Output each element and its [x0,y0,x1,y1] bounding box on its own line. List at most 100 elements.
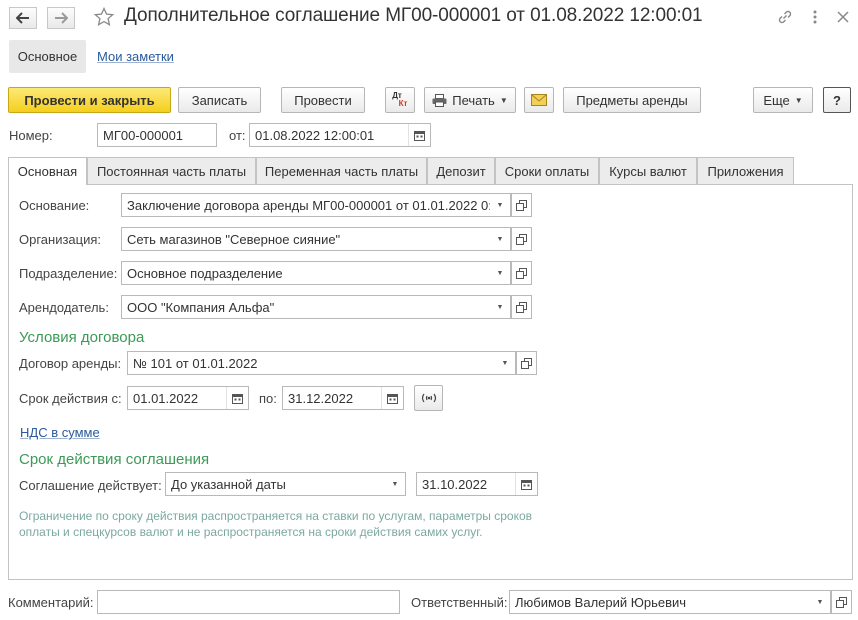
post-label: Провести [294,92,352,108]
tab-currency-rates[interactable]: Курсы валют [599,157,697,184]
open-form-icon [516,301,527,313]
basis-value: Заключение договора аренды МГ00-000001 о… [127,197,490,213]
number-label: Номер: [9,128,53,143]
write-button[interactable]: Записать [178,87,261,113]
department-field[interactable]: Основное подразделение ▼ [121,261,511,285]
period-from-value: 01.01.2022 [133,390,199,406]
open-form-icon [516,199,527,211]
back-arrow-icon [16,12,29,24]
organization-field[interactable]: Сеть магазинов "Северное сияние" ▼ [121,227,511,251]
email-button[interactable] [524,87,554,113]
tab-main[interactable]: Основная [8,157,87,185]
chevron-down-icon[interactable]: ▼ [385,473,405,495]
open-form-icon [836,596,847,608]
number-value: МГ00-000001 [103,127,184,143]
forward-button[interactable] [47,7,75,29]
agreement-valid-select[interactable]: До указанной даты ▼ [165,472,406,496]
chevron-down-icon[interactable]: ▼ [495,352,515,374]
agreement-valid-value: До указанной даты [171,476,286,492]
calendar-icon[interactable] [381,387,403,409]
tab-attachments[interactable]: Приложения [697,157,794,184]
responsible-open-button[interactable] [831,590,852,614]
date-input[interactable]: 01.08.2022 12:00:01 [249,123,431,147]
link-icon[interactable] [776,8,794,26]
envelope-icon [531,94,547,106]
department-open-button[interactable] [511,261,532,285]
section-notes-link[interactable]: Мои заметки [97,49,174,64]
tab-variable-payment[interactable]: Переменная часть платы [256,157,427,184]
help-button[interactable]: ? [823,87,851,113]
organization-open-button[interactable] [511,227,532,251]
more-button[interactable]: Еще ▼ [753,87,813,113]
more-label: Еще [763,92,790,108]
agreement-period-title: Срок действия соглашения [19,451,210,468]
chevron-down-icon[interactable]: ▼ [490,262,510,284]
post-button[interactable]: Провести [281,87,365,113]
chevron-down-icon[interactable]: ▼ [490,194,510,216]
help-label: ? [833,92,841,108]
print-button[interactable]: Печать ▼ [424,87,516,113]
responsible-value: Любимов Валерий Юрьевич [515,594,687,610]
agreement-date-input[interactable]: 31.10.2022 [416,472,538,496]
lease-contract-field[interactable]: № 101 от 01.01.2022 ▼ [127,351,516,375]
tab-attachments-label: Приложения [707,163,784,179]
section-main[interactable]: Основное [9,40,86,73]
open-form-icon [521,357,532,369]
landlord-open-button[interactable] [511,295,532,319]
lease-contract-label: Договор аренды: [19,356,122,371]
period-from-input[interactable]: 01.01.2022 [127,386,249,410]
date-value: 01.08.2022 12:00:01 [255,127,375,143]
landlord-value: ООО "Компания Альфа" [127,299,275,315]
post-and-close-button[interactable]: Провести и закрыть [8,87,171,113]
tab-deposit-label: Депозит [436,163,486,179]
tab-variable-payment-label: Переменная часть платы [264,163,419,179]
period-to-input[interactable]: 31.12.2022 [282,386,404,410]
window-title: Дополнительное соглашение МГ00-000001 от… [124,5,703,26]
calendar-icon[interactable] [226,387,248,409]
tab-payment-terms[interactable]: Сроки оплаты [495,157,599,184]
landlord-field[interactable]: ООО "Компания Альфа" ▼ [121,295,511,319]
agreement-info-text: Ограничение по сроку действия распростра… [19,509,533,539]
tab-deposit[interactable]: Депозит [427,157,495,184]
landlord-label: Арендодатель: [19,300,109,315]
basis-open-button[interactable] [511,193,532,217]
chevron-down-icon[interactable]: ▼ [810,591,830,613]
close-icon[interactable] [834,8,852,26]
number-input[interactable]: МГ00-000001 [97,123,217,147]
period-select-icon [421,393,436,403]
dt-kt-button[interactable]: Дт Кт [385,87,415,113]
comment-input[interactable] [97,590,400,614]
lease-contract-open-button[interactable] [516,351,537,375]
tab-fixed-payment[interactable]: Постоянная часть платы [87,157,256,184]
chevron-down-icon[interactable]: ▼ [490,228,510,250]
period-from-label: Срок действия с: [19,391,122,406]
basis-label: Основание: [19,198,90,213]
calendar-icon[interactable] [408,124,430,146]
chevron-down-icon: ▼ [499,95,508,105]
post-and-close-label: Провести и закрыть [24,92,155,108]
section-main-label: Основное [17,49,78,64]
basis-field[interactable]: Заключение договора аренды МГ00-000001 о… [121,193,511,217]
chevron-down-icon[interactable]: ▼ [490,296,510,318]
vat-link[interactable]: НДС в сумме [20,425,100,440]
open-form-icon [516,267,527,279]
tab-fixed-payment-label: Постоянная часть платы [96,163,247,179]
department-label: Подразделение: [19,266,118,281]
responsible-field[interactable]: Любимов Валерий Юрьевич ▼ [509,590,831,614]
back-button[interactable] [9,7,37,29]
dt-kt-icon: Дт Кт [392,92,408,108]
organization-label: Организация: [19,232,102,247]
star-icon[interactable] [94,7,114,27]
chevron-down-icon: ▼ [794,95,803,105]
tab-currency-rates-label: Курсы валют [609,163,687,179]
kt-label: Кт [398,99,408,108]
responsible-label: Ответственный: [411,595,508,610]
more-vertical-icon[interactable] [806,8,824,26]
organization-value: Сеть магазинов "Северное сияние" [127,231,341,247]
tab-main-label: Основная [17,164,78,179]
tab-payment-terms-label: Сроки оплаты [504,163,590,179]
lease-items-button[interactable]: Предметы аренды [563,87,701,113]
period-select-button[interactable] [414,385,443,411]
lease-items-label: Предметы аренды [576,92,688,108]
calendar-icon[interactable] [515,473,537,495]
